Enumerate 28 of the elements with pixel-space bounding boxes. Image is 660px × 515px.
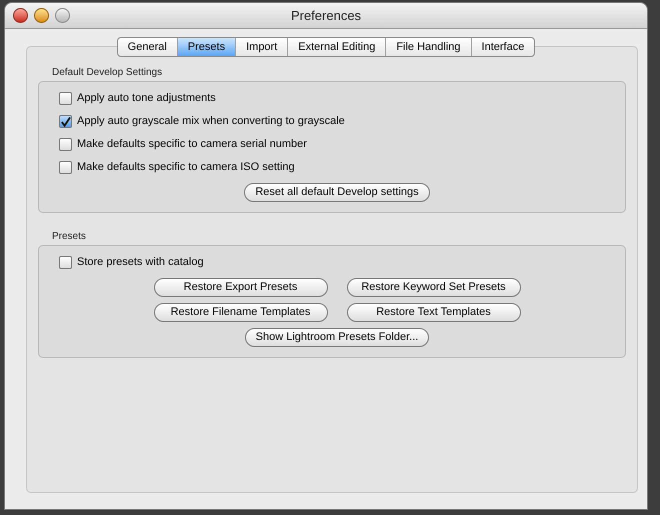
close-button[interactable] [13,8,28,23]
minimize-button[interactable] [34,8,49,23]
push-button[interactable]: Restore Text Templates [346,303,520,322]
checkbox-label[interactable]: Make defaults specific to camera ISO setting [77,159,295,176]
checkbox-label[interactable]: Make defaults specific to camera serial number [77,136,307,153]
checkbox[interactable] [59,92,72,105]
push-button[interactable]: Restore Filename Templates [154,303,328,322]
checkbox[interactable] [59,161,72,174]
tab[interactable]: External Editing [287,38,386,56]
group-title: Presets [52,230,86,244]
tab[interactable]: General [118,38,177,56]
push-button[interactable]: Show Lightroom Presets Folder... [244,328,430,347]
window-title: Preferences [290,6,362,25]
checkbox[interactable] [59,138,72,151]
checkbox[interactable] [59,256,72,269]
tab[interactable]: File Handling [385,38,471,56]
zoom-button[interactable] [55,8,70,23]
tab[interactable]: Interface [470,38,534,56]
checkbox-label[interactable]: Apply auto tone adjustments [77,90,216,107]
checkbox-label[interactable]: Store presets with catalog [77,254,204,271]
tab[interactable]: Import [235,38,288,56]
push-button[interactable]: Reset all default Develop settings [244,183,430,202]
group-title: Default Develop Settings [52,66,162,80]
checkbox[interactable] [59,115,72,128]
push-button[interactable]: Restore Keyword Set Presets [346,278,520,297]
tab[interactable]: Presets [176,38,236,56]
checkbox-label[interactable]: Apply auto grayscale mix when converting to grayscale [77,113,345,130]
push-button[interactable]: Restore Export Presets [154,278,328,297]
